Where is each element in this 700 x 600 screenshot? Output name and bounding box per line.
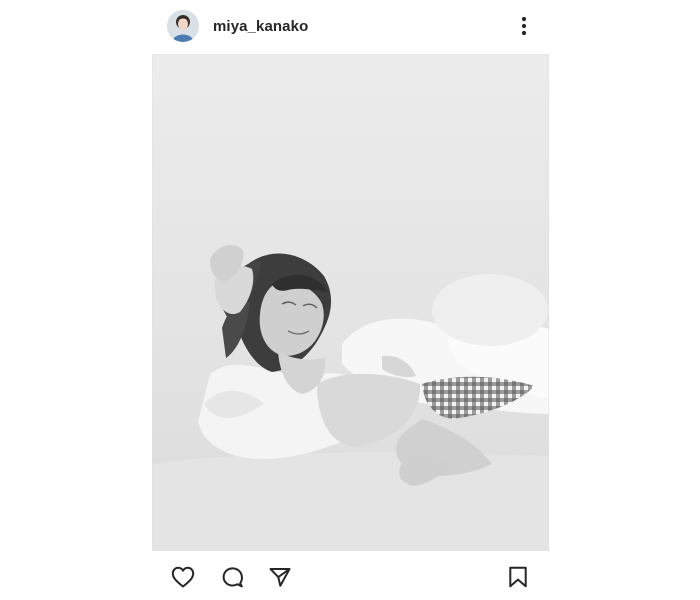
like-button[interactable] [170, 564, 196, 590]
save-button[interactable] [505, 564, 531, 590]
heart-icon [171, 566, 195, 588]
more-vertical-icon [521, 16, 527, 36]
post-actions [0, 560, 700, 592]
bookmark-icon [509, 566, 527, 588]
username[interactable]: miya_kanako [213, 18, 308, 36]
post-header: miya_kanako [0, 0, 700, 54]
share-button[interactable] [267, 564, 293, 590]
avatar-image [167, 10, 199, 42]
post-photo[interactable] [152, 54, 549, 551]
more-options-button[interactable] [512, 12, 536, 40]
comment-icon [222, 567, 243, 588]
profile-avatar[interactable] [167, 10, 199, 42]
send-icon [269, 568, 291, 587]
photo-image [152, 54, 549, 551]
comment-button[interactable] [219, 564, 245, 590]
